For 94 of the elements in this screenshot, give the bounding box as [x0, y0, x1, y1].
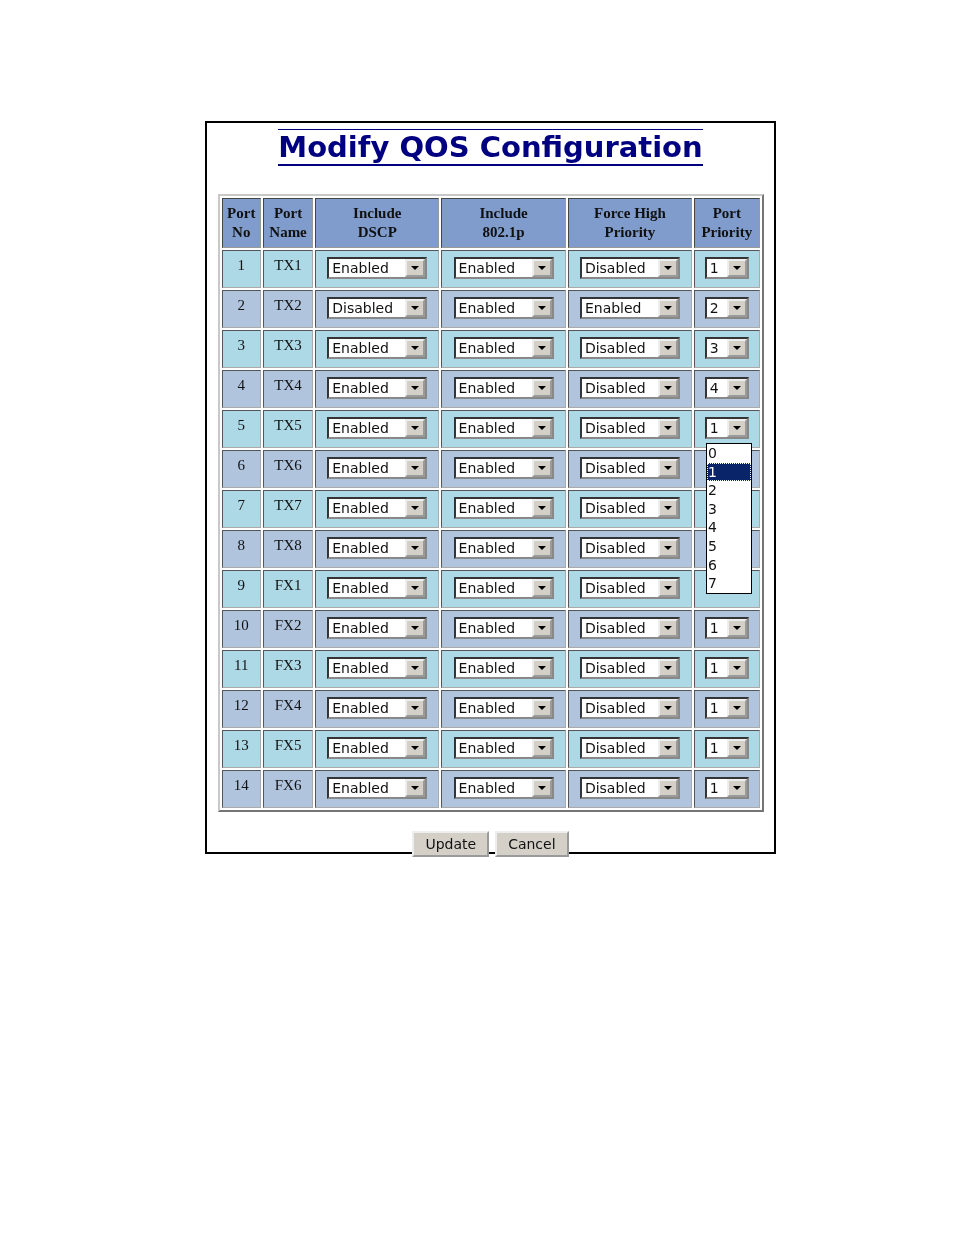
cancel-button[interactable]: Cancel: [495, 831, 569, 857]
priority-select[interactable]: 2: [704, 297, 749, 319]
table-cell: TX1: [263, 250, 314, 288]
dropdown-option[interactable]: 1: [707, 462, 752, 482]
table-cell: FX2: [263, 610, 314, 648]
table-cell: 12: [221, 690, 261, 728]
table-cell: FX1: [263, 570, 314, 608]
force-high-select[interactable]: Disabled: [579, 337, 680, 359]
dot1p-select[interactable]: Enabled: [453, 737, 554, 759]
dot1p-select[interactable]: Enabled: [453, 297, 554, 319]
force-high-select[interactable]: Disabled: [579, 697, 680, 719]
priority-select[interactable]: 1: [704, 697, 749, 719]
table-cell: 10: [221, 610, 261, 648]
dot1p-select[interactable]: Enabled: [453, 617, 554, 639]
dot1p-select[interactable]: Enabled: [453, 417, 554, 439]
table-cell: 8: [221, 530, 261, 568]
table-cell: 6: [221, 450, 261, 488]
table-cell: TX6: [263, 450, 314, 488]
table-cell: 5: [221, 410, 261, 448]
table-cell: TX3: [263, 330, 314, 368]
force-high-select[interactable]: Disabled: [579, 777, 680, 799]
table-cell: 13: [221, 730, 261, 768]
dscp-select[interactable]: Enabled: [327, 697, 428, 719]
dropdown-option[interactable]: 4: [707, 518, 752, 537]
table-cell: 7: [221, 490, 261, 528]
force-high-select[interactable]: Disabled: [579, 577, 680, 599]
force-high-select[interactable]: Enabled: [579, 297, 680, 319]
table-cell: TX4: [263, 370, 314, 408]
force-high-select[interactable]: Disabled: [579, 537, 680, 559]
dscp-select[interactable]: Disabled: [327, 297, 428, 319]
dscp-select[interactable]: Enabled: [327, 497, 428, 519]
dscp-select[interactable]: Enabled: [327, 577, 428, 599]
table-cell: FX5: [263, 730, 314, 768]
priority-select[interactable]: 3: [704, 337, 749, 359]
column-header: Include 802.1p: [441, 198, 566, 248]
dscp-select[interactable]: Enabled: [327, 337, 428, 359]
column-header: Port Priority: [694, 198, 760, 248]
dropdown-option[interactable]: 0: [707, 444, 752, 463]
dot1p-select[interactable]: Enabled: [453, 337, 554, 359]
priority-select[interactable]: 1: [704, 657, 749, 679]
table-cell: 11: [221, 650, 261, 688]
dropdown-option[interactable]: 2: [707, 481, 752, 500]
dot1p-select[interactable]: Enabled: [453, 377, 554, 399]
update-button[interactable]: Update: [412, 831, 490, 857]
dscp-select[interactable]: Enabled: [327, 617, 428, 639]
table-cell: TX2: [263, 290, 314, 328]
dscp-select[interactable]: Enabled: [327, 657, 428, 679]
dscp-select[interactable]: Enabled: [327, 257, 428, 279]
dot1p-select[interactable]: Enabled: [453, 697, 554, 719]
force-high-select[interactable]: Disabled: [579, 497, 680, 519]
table-cell: FX3: [263, 650, 314, 688]
dscp-select[interactable]: Enabled: [327, 457, 428, 479]
table-cell: 14: [221, 770, 261, 808]
priority-select[interactable]: 4: [704, 377, 749, 399]
column-header: Port No: [221, 198, 261, 248]
force-high-select[interactable]: Disabled: [579, 657, 680, 679]
dot1p-select[interactable]: Enabled: [453, 577, 554, 599]
dot1p-select[interactable]: Enabled: [453, 657, 554, 679]
dscp-select[interactable]: Enabled: [327, 377, 428, 399]
table-cell: 4: [221, 370, 261, 408]
column-header: Force High Priority: [567, 198, 693, 248]
column-header: Include DSCP: [315, 198, 440, 248]
force-high-select[interactable]: Disabled: [579, 417, 680, 439]
dot1p-select[interactable]: Enabled: [453, 497, 554, 519]
dot1p-select[interactable]: Enabled: [453, 257, 554, 279]
table-cell: 9: [221, 570, 261, 608]
dscp-select[interactable]: Enabled: [327, 777, 428, 799]
force-high-select[interactable]: Disabled: [579, 257, 680, 279]
dscp-select[interactable]: Enabled: [327, 537, 428, 559]
table-cell: 2: [221, 290, 261, 328]
dscp-select[interactable]: Enabled: [327, 417, 428, 439]
table-cell: 3: [221, 330, 261, 368]
dropdown-option[interactable]: 6: [707, 555, 752, 575]
priority-select[interactable]: 1: [704, 617, 749, 639]
priority-select[interactable]: 1: [704, 737, 749, 759]
table-cell: 1: [221, 250, 261, 288]
table-cell: TX5: [263, 410, 314, 448]
priority-select[interactable]: 1: [704, 417, 749, 439]
force-high-select[interactable]: Disabled: [579, 737, 680, 759]
table-cell: FX6: [263, 770, 314, 808]
dot1p-select[interactable]: Enabled: [453, 457, 554, 479]
dot1p-select[interactable]: Enabled: [453, 777, 554, 799]
table-cell: TX7: [263, 490, 314, 528]
page-title: Modify QOS Configuration: [278, 129, 703, 166]
force-high-select[interactable]: Disabled: [579, 377, 680, 399]
force-high-select[interactable]: Disabled: [579, 617, 680, 639]
force-high-select[interactable]: Disabled: [579, 457, 680, 479]
priority-select[interactable]: 1: [704, 257, 749, 279]
column-header: Port Name: [263, 198, 314, 248]
dot1p-select[interactable]: Enabled: [453, 537, 554, 559]
table-cell: FX4: [263, 690, 314, 728]
priority-select[interactable]: 1: [704, 777, 749, 799]
table-cell: TX8: [263, 530, 314, 568]
dscp-select[interactable]: Enabled: [327, 737, 428, 759]
